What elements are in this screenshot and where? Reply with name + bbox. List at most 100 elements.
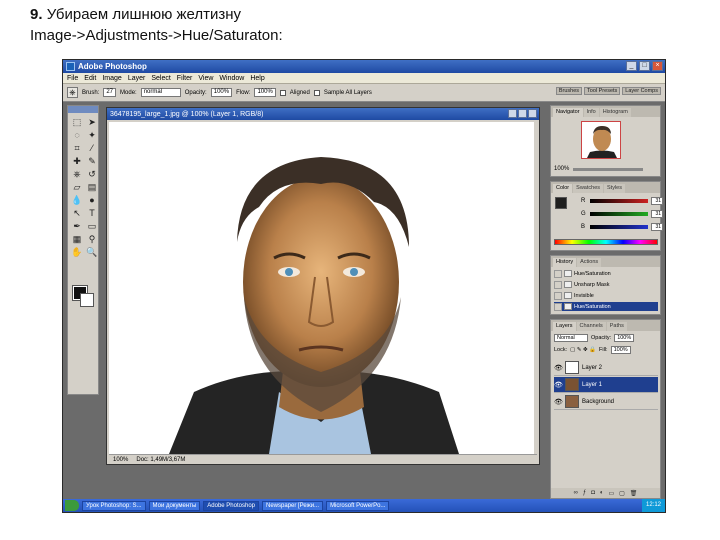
channel-g-slider[interactable] [590,212,648,216]
visibility-eye-icon[interactable]: 👁 [554,364,563,372]
lock-icons[interactable]: ▢ ✎ ✥ 🔒 [570,347,596,353]
dock-tab-tool-presets[interactable]: Tool Presets [584,87,621,95]
aligned-checkbox[interactable] [279,89,286,96]
sample-all-layers-checkbox[interactable] [313,89,320,96]
channel-r-value[interactable]: 31 [651,197,663,205]
menu-filter[interactable]: Filter [177,75,193,82]
lasso-tool-icon[interactable]: ◌ [71,130,83,141]
pen-tool-icon[interactable]: ✒ [71,221,83,232]
layer-row[interactable]: 👁 Layer 2 [554,360,658,376]
mode-select[interactable]: normal [140,88,181,97]
menu-view[interactable]: View [198,75,213,82]
history-brush-source-box[interactable] [554,302,562,311]
doc-minimize-icon[interactable] [508,109,517,118]
delete-layer-icon[interactable]: 🗑 [630,490,638,497]
tab-history[interactable]: History [553,258,577,267]
history-item-selected[interactable]: Hue/Saturation [554,302,658,311]
move-tool-icon[interactable]: ➤ [86,117,98,128]
clone-stamp-icon[interactable]: ⎈ [67,87,78,98]
eyedropper-tool-icon[interactable]: ⚲ [86,234,98,245]
history-brush-source-box[interactable] [554,269,562,278]
taskbar-item[interactable]: Мои документы [148,500,201,511]
layer-mask-icon[interactable]: ◘ [591,490,595,496]
taskbar-item-active[interactable]: Adobe Photoshop [203,500,259,511]
doc-maximize-icon[interactable] [518,109,527,118]
color-panel-fg-swatch[interactable] [555,197,567,209]
brush-tool-icon[interactable]: ✎ [86,156,98,167]
layer-row-selected[interactable]: 👁 Layer 1 [554,377,658,393]
type-tool-icon[interactable]: T [86,208,98,219]
fill-field[interactable]: 100% [610,346,631,354]
navigator-zoom-slider[interactable] [573,167,644,171]
taskbar-item[interactable]: Newspaper [Режи... [262,500,324,511]
tab-actions[interactable]: Actions [577,258,602,267]
marquee-tool-icon[interactable]: ⬚ [71,117,83,128]
taskbar-item[interactable]: Урок Photoshop: S... [82,500,146,511]
tab-paths[interactable]: Paths [606,322,627,331]
crop-tool-icon[interactable]: ⌗ [71,143,83,154]
history-item[interactable]: Invisible [554,291,658,300]
channel-r-slider[interactable] [590,199,648,203]
background-color-swatch[interactable] [80,293,94,307]
clone-stamp-tool-icon[interactable]: ⎈ [71,169,83,180]
tab-navigator[interactable]: Navigator [553,108,583,117]
color-spectrum-bar[interactable] [554,239,658,245]
visibility-eye-icon[interactable]: 👁 [554,398,563,406]
visibility-eye-icon[interactable]: 👁 [554,381,563,389]
history-brush-source-box[interactable] [554,291,562,300]
history-brush-tool-icon[interactable]: ↺ [86,169,98,180]
channel-g-value[interactable]: 31 [651,210,663,218]
new-fill-layer-icon[interactable]: ◐ [600,490,604,496]
gradient-tool-icon[interactable]: ▤ [86,182,98,193]
menu-window[interactable]: Window [219,75,244,82]
layer-opacity-field[interactable]: 100% [614,334,635,342]
menu-layer[interactable]: Layer [128,75,146,82]
menu-file[interactable]: File [67,75,78,82]
opacity-field[interactable]: 100% [210,88,233,97]
menu-image[interactable]: Image [102,75,121,82]
link-layers-icon[interactable]: ∞ [574,490,578,496]
brush-size-field[interactable]: 27 [103,88,117,97]
tab-styles[interactable]: Styles [604,184,625,193]
maximize-icon[interactable]: □ [639,61,650,71]
path-selection-tool-icon[interactable]: ↖ [71,208,83,219]
navigator-preview[interactable] [581,121,621,159]
shape-tool-icon[interactable]: ▭ [86,221,98,232]
dock-tab-brushes[interactable]: Brushes [555,87,583,95]
tab-info[interactable]: Info [583,108,599,117]
tab-channels[interactable]: Channels [576,322,606,331]
toolbox-grip[interactable] [68,106,98,113]
dock-tab-layer-comps[interactable]: Layer Comps [622,87,661,95]
healing-brush-tool-icon[interactable]: ✚ [71,156,83,167]
layer-style-icon[interactable]: ƒ [583,490,586,496]
hand-tool-icon[interactable]: ✋ [71,247,83,258]
history-brush-source-box[interactable] [554,280,562,289]
notes-tool-icon[interactable]: ▦ [71,234,83,245]
new-group-icon[interactable]: ▭ [608,490,614,497]
dodge-tool-icon[interactable]: ● [86,195,98,206]
history-item[interactable]: Unsharp Mask [554,280,658,289]
eraser-tool-icon[interactable]: ▱ [71,182,83,193]
zoom-tool-icon[interactable]: 🔍 [86,247,98,258]
tab-layers[interactable]: Layers [553,322,576,331]
channel-b-value[interactable]: 31 [651,223,663,231]
document-zoom[interactable]: 100% [113,457,128,463]
menu-select[interactable]: Select [151,75,170,82]
history-item[interactable]: Hue/Saturation [554,269,658,278]
close-icon[interactable]: × [652,61,663,71]
tab-color[interactable]: Color [553,184,573,193]
tab-swatches[interactable]: Swatches [573,184,604,193]
navigator-zoom-value[interactable]: 100% [554,166,569,172]
blur-tool-icon[interactable]: 💧 [71,195,83,206]
taskbar-item[interactable]: Microsoft PowerPo... [326,500,390,511]
menu-edit[interactable]: Edit [84,75,96,82]
doc-close-icon[interactable] [528,109,537,118]
blend-mode-select[interactable]: Normal [554,334,588,342]
menu-help[interactable]: Help [250,75,264,82]
image-canvas[interactable]: faqhouse.net [109,122,534,454]
magic-wand-tool-icon[interactable]: ✦ [86,130,98,141]
slice-tool-icon[interactable]: ⁄ [86,143,98,154]
tab-histogram[interactable]: Histogram [599,108,631,117]
flow-field[interactable]: 100% [254,88,276,97]
layer-row[interactable]: 👁 Background [554,394,658,410]
